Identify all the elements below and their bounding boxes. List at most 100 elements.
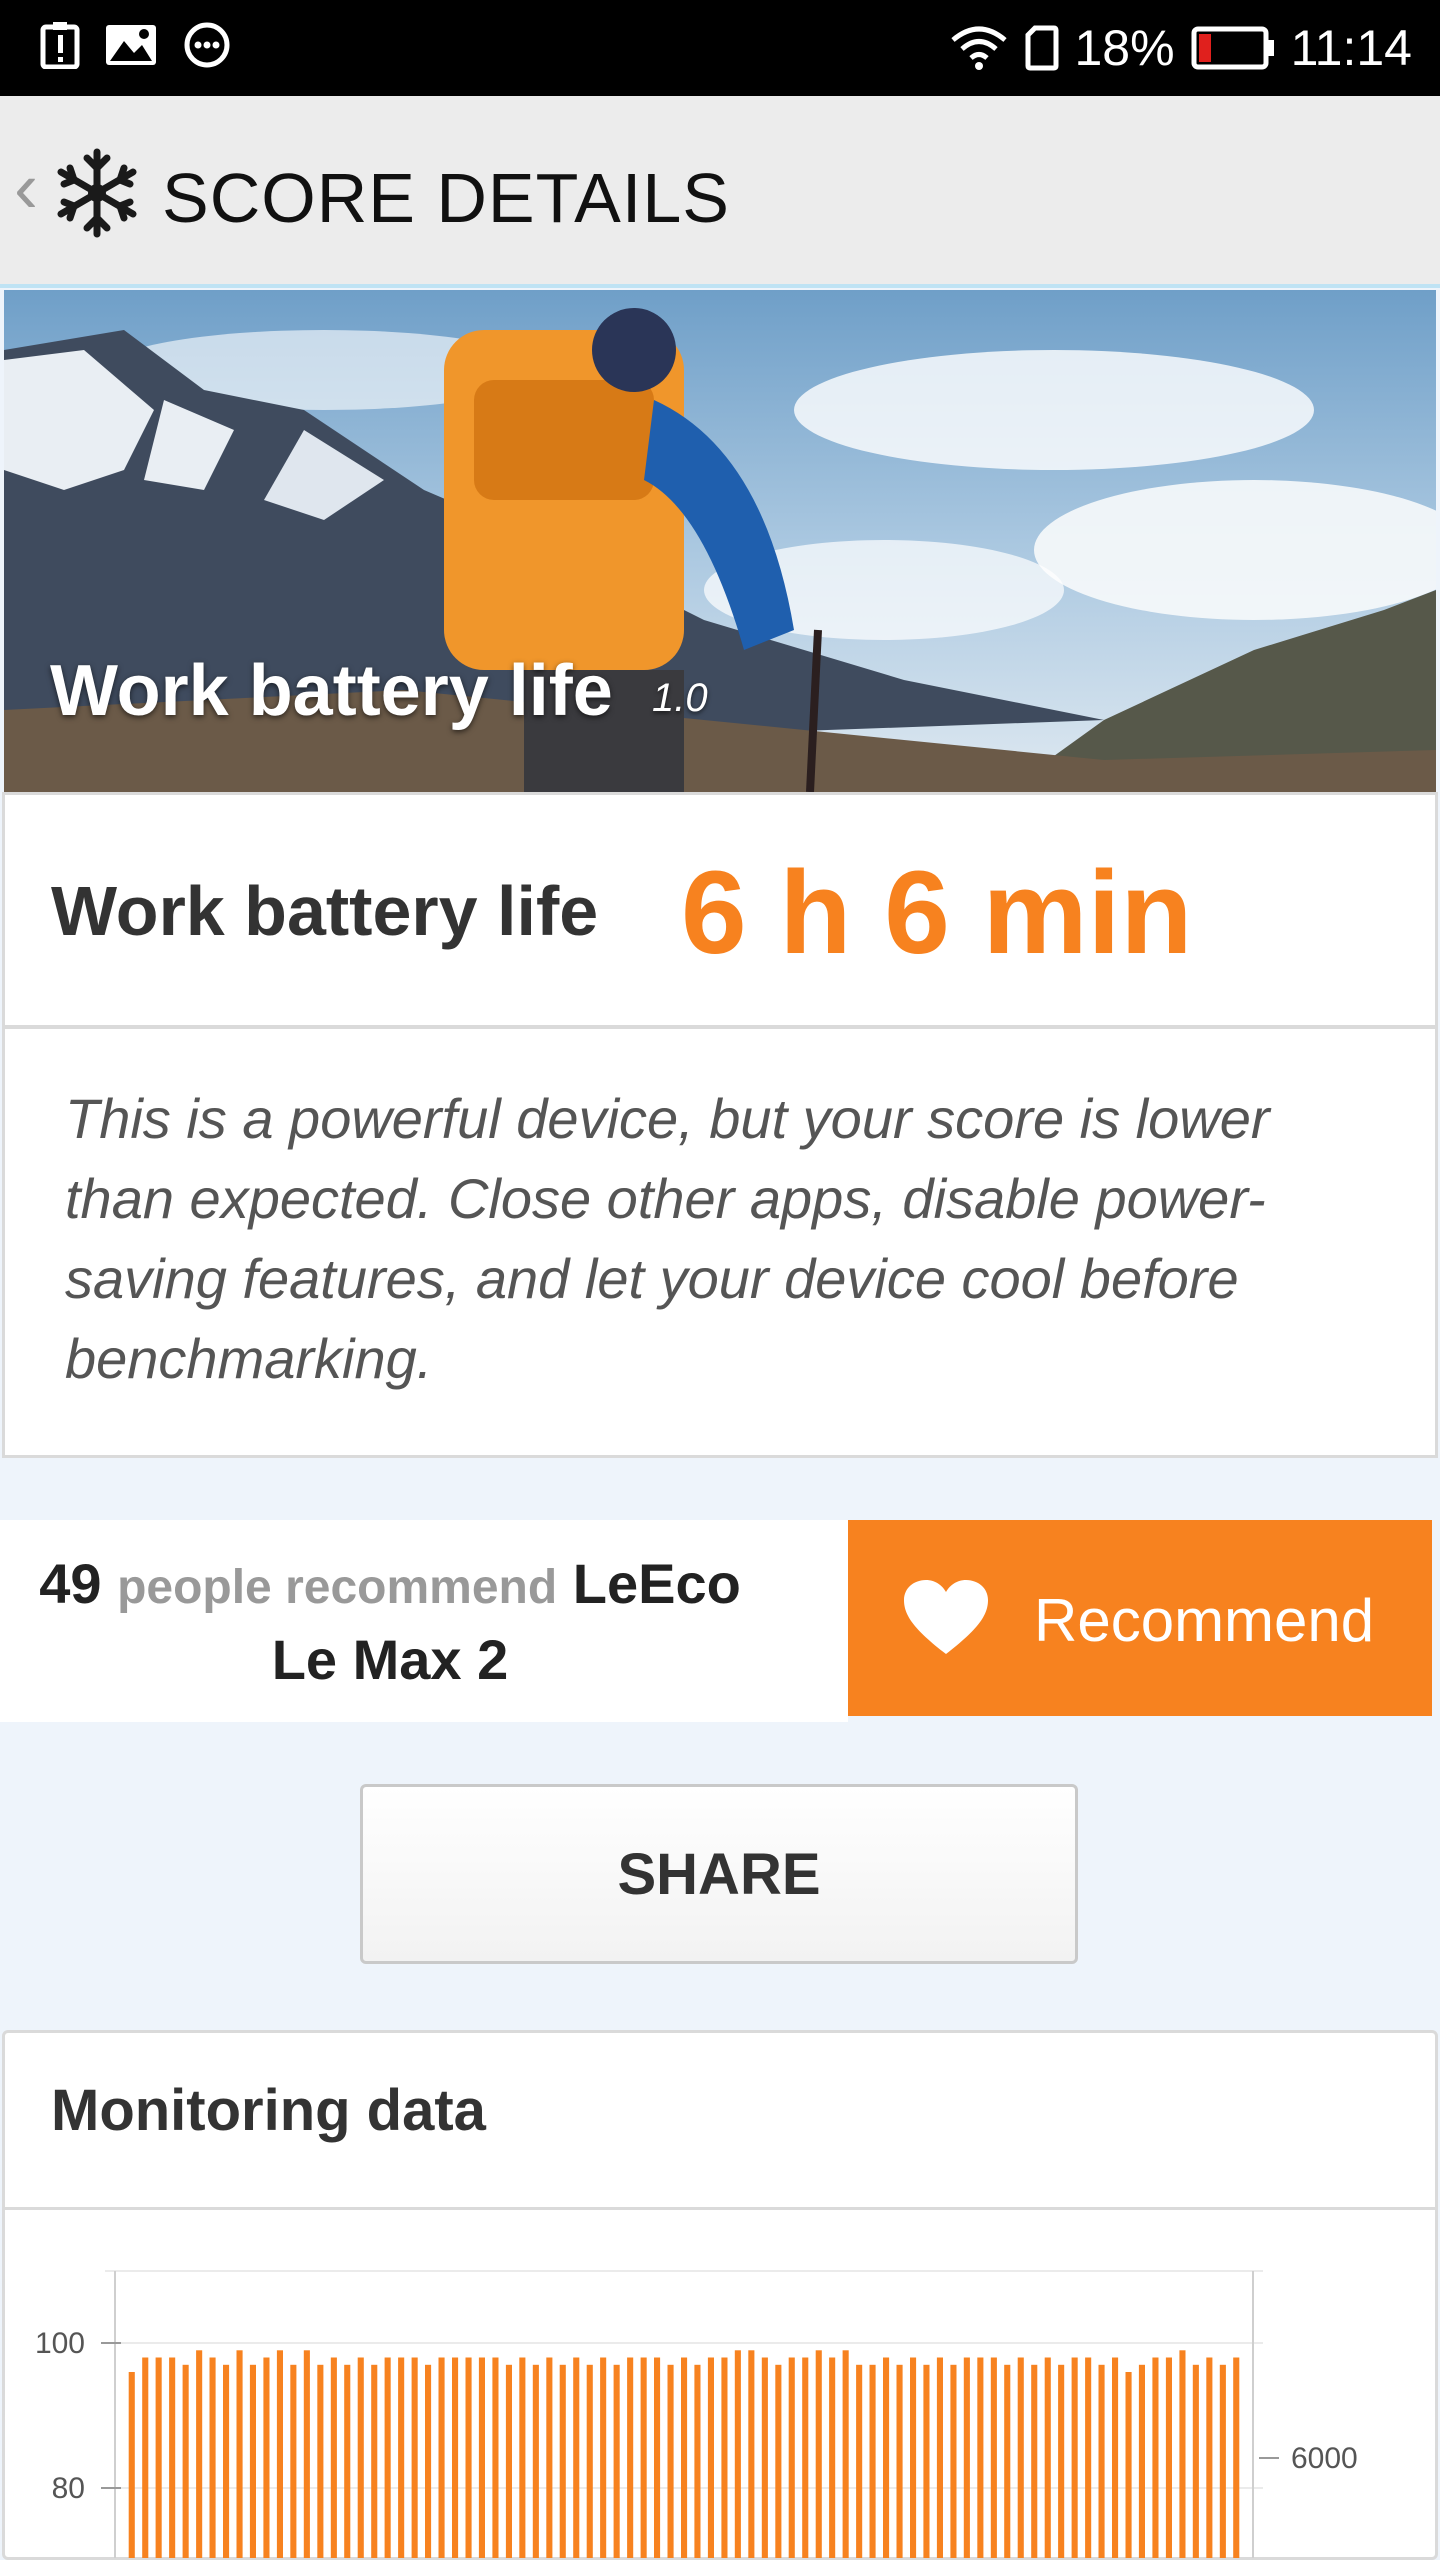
score-label: Work battery life <box>51 872 599 950</box>
bar <box>438 2357 445 2558</box>
bar <box>1071 2357 1078 2558</box>
bar <box>196 2350 203 2558</box>
bar <box>155 2357 162 2558</box>
bar <box>519 2357 526 2558</box>
bar <box>1192 2364 1199 2558</box>
bar <box>559 2364 566 2558</box>
bar <box>1058 2364 1065 2558</box>
bar <box>734 2350 741 2558</box>
recommend-count: 49 <box>39 1552 102 1615</box>
bar <box>1125 2372 1132 2558</box>
bar <box>452 2357 459 2558</box>
bar <box>910 2357 917 2558</box>
bar <box>142 2357 149 2558</box>
bar <box>586 2364 593 2558</box>
recommend-phrase: people recommend <box>117 1561 558 1614</box>
bar <box>344 2364 351 2558</box>
recommend-button-label: Recommend <box>1034 1587 1375 1654</box>
share-button[interactable]: SHARE <box>360 1784 1078 1964</box>
bar <box>371 2364 378 2558</box>
bar <box>1165 2357 1172 2558</box>
wifi-icon <box>950 26 1007 70</box>
bar <box>1233 2357 1240 2558</box>
bar <box>411 2357 418 2558</box>
score-description: This is a powerful device, but your scor… <box>65 1087 1270 1390</box>
bar <box>600 2357 607 2558</box>
bar <box>707 2357 714 2558</box>
bar <box>815 2350 822 2558</box>
bar <box>977 2357 984 2558</box>
score-value: 6 h 6 min <box>681 847 1193 979</box>
heart-icon <box>904 1580 988 1654</box>
bar <box>384 2357 391 2558</box>
snowflake-logo-icon <box>57 148 137 238</box>
bar <box>465 2357 472 2558</box>
score-card: Work battery life 6 h 6 min <box>2 792 1438 1028</box>
bar <box>169 2357 176 2558</box>
bar <box>963 2357 970 2558</box>
bar <box>1004 2364 1011 2558</box>
hero-version: 1.0 <box>652 676 708 720</box>
bar <box>303 2350 310 2558</box>
bar <box>330 2357 337 2558</box>
page-title: SCORE DETAILS <box>162 159 730 237</box>
alert-icon <box>40 22 80 69</box>
status-bar: 18% 11:14 <box>0 0 1440 96</box>
bar <box>613 2364 620 2558</box>
back-chevron-icon[interactable]: ‹ <box>14 148 38 228</box>
bar <box>546 2357 553 2558</box>
bar <box>249 2364 256 2558</box>
bar <box>802 2357 809 2558</box>
bar <box>640 2357 647 2558</box>
bar <box>883 2357 890 2558</box>
bar <box>573 2357 580 2558</box>
bar <box>236 2350 243 2558</box>
bar <box>1044 2357 1051 2558</box>
bar <box>842 2350 849 2558</box>
bar <box>869 2364 876 2558</box>
bar <box>1206 2357 1213 2558</box>
sim-icon <box>1025 25 1058 71</box>
recommend-text: 49 people recommend LeEco Le Max 2 <box>20 1548 760 1696</box>
bar <box>721 2357 728 2558</box>
y2-tick-label: 6000 <box>1291 2442 1358 2475</box>
bar <box>896 2364 903 2558</box>
bar <box>1138 2364 1145 2558</box>
bar <box>1179 2350 1186 2558</box>
bar <box>290 2364 297 2558</box>
bar <box>950 2364 957 2558</box>
bar <box>627 2357 634 2558</box>
monitoring-card: Monitoring data 100 80 6000 <box>2 2030 1438 2560</box>
bar <box>1219 2364 1226 2558</box>
bar <box>478 2357 485 2558</box>
bar <box>182 2364 189 2558</box>
bar <box>1031 2364 1038 2558</box>
bar <box>492 2357 499 2558</box>
bar <box>748 2350 755 2558</box>
battery-icon <box>1191 26 1274 70</box>
bar <box>505 2364 512 2558</box>
bar <box>1152 2357 1159 2558</box>
bar <box>532 2364 539 2558</box>
chat-icon <box>184 22 230 68</box>
bar <box>654 2357 661 2558</box>
clock: 11:14 <box>1290 20 1412 76</box>
bar <box>667 2364 674 2558</box>
bar <box>263 2357 270 2558</box>
bar <box>856 2364 863 2558</box>
bar <box>276 2350 283 2558</box>
bar <box>1112 2357 1119 2558</box>
battery-percent: 18% <box>1074 20 1175 76</box>
bar <box>829 2357 836 2558</box>
bar <box>936 2357 943 2558</box>
image-icon <box>106 25 156 65</box>
bar <box>128 2372 135 2558</box>
bar <box>1098 2364 1105 2558</box>
bar <box>681 2357 688 2558</box>
monitoring-chart: 100 80 6000 <box>35 2270 1358 2558</box>
y-tick-label: 80 <box>52 2472 85 2505</box>
bar <box>761 2357 768 2558</box>
recommend-button[interactable]: Recommend <box>848 1520 1432 1716</box>
bar <box>694 2364 701 2558</box>
bar <box>357 2357 364 2558</box>
